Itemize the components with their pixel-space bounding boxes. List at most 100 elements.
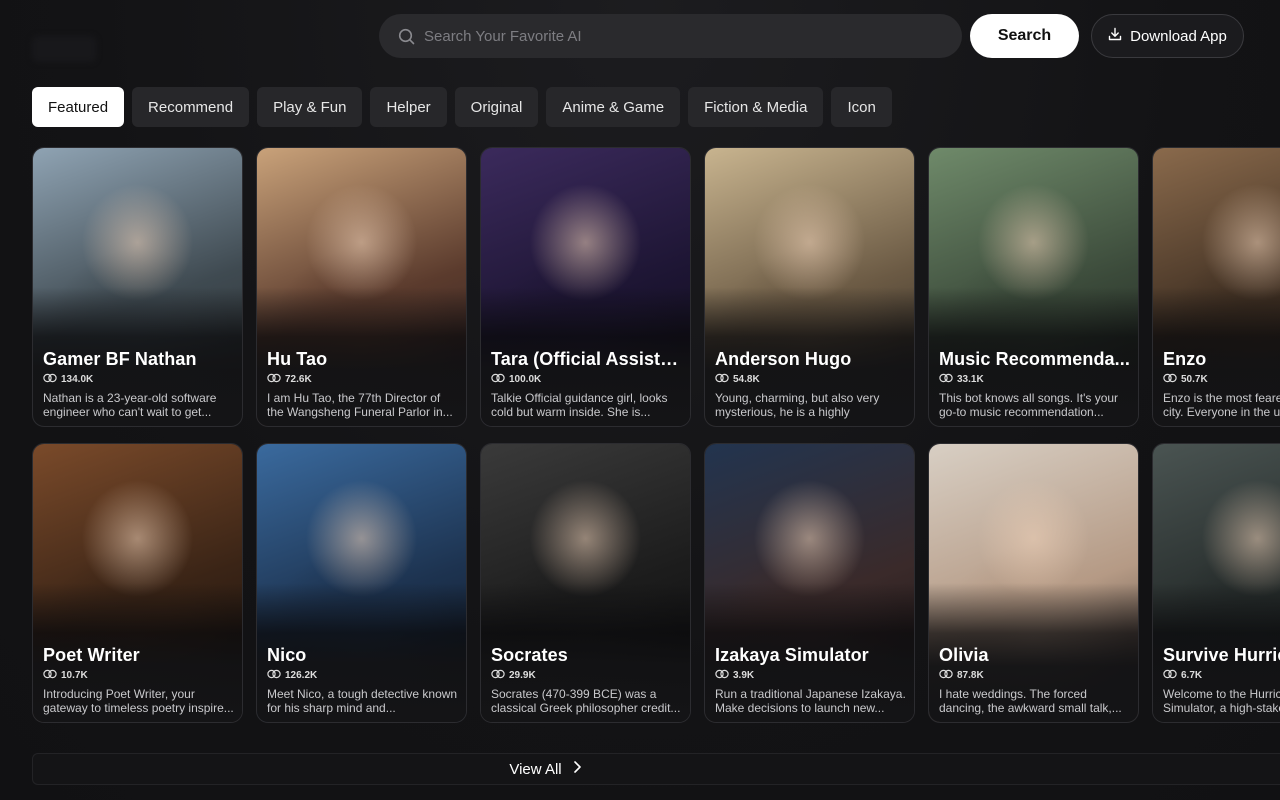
character-name: Poet Writer <box>43 645 140 665</box>
download-app-button[interactable]: Download App <box>1091 14 1244 58</box>
chat-count: 126.2K <box>285 670 318 681</box>
chat-bubbles-icon <box>1163 373 1177 386</box>
tab-original[interactable]: Original <box>454 87 539 127</box>
character-card[interactable]: Izakaya Simulator 3.9K Run a traditional… <box>704 443 915 723</box>
character-name: Music Recommenda... <box>939 349 1130 369</box>
logo[interactable] <box>32 36 96 62</box>
character-name: Tara (Official Assista... <box>491 349 682 369</box>
search-icon <box>397 27 415 45</box>
card-row: Gamer BF Nathan 134.0K Nathan is a 23-ye… <box>32 147 1280 427</box>
character-description: Enzo is the most feared man in the city.… <box>1163 391 1280 419</box>
category-tabs: Featured Recommend Play & Fun Helper Ori… <box>32 87 892 127</box>
chat-bubbles-icon <box>267 669 281 682</box>
chat-stats: 50.7K <box>1163 373 1280 386</box>
character-card[interactable]: Tara (Official Assista... 100.0K Talkie … <box>480 147 691 427</box>
character-card[interactable]: Anderson Hugo 54.8K Young, charming, but… <box>704 147 915 427</box>
tab-fiction-media[interactable]: Fiction & Media <box>688 87 824 127</box>
character-name: Anderson Hugo <box>715 349 852 369</box>
chat-bubbles-icon <box>715 669 729 682</box>
chat-bubbles-icon <box>43 373 57 386</box>
character-card[interactable]: Enzo 50.7K Enzo is the most feared man i… <box>1152 147 1280 427</box>
download-app-label: Download App <box>1130 27 1227 45</box>
chat-count: 50.7K <box>1181 374 1208 385</box>
chat-stats: 6.7K <box>1163 669 1280 682</box>
character-description: Introducing Poet Writer, your gateway to… <box>43 687 234 715</box>
chat-count: 72.6K <box>285 374 312 385</box>
chevron-right-icon <box>572 760 582 778</box>
tab-anime-game[interactable]: Anime & Game <box>546 87 681 127</box>
character-name: Socrates <box>491 645 568 665</box>
character-card[interactable]: Poet Writer 10.7K Introducing Poet Write… <box>32 443 243 723</box>
character-card[interactable]: Music Recommenda... 33.1K This bot knows… <box>928 147 1139 427</box>
character-name: Gamer BF Nathan <box>43 349 197 369</box>
character-card[interactable]: Socrates 29.9K Socrates (470-399 BCE) wa… <box>480 443 691 723</box>
character-name: Survive Hurricane <box>1163 645 1280 665</box>
chat-stats: 100.0K <box>491 373 682 386</box>
character-description: I hate weddings. The forced dancing, the… <box>939 687 1122 715</box>
download-icon <box>1108 27 1122 45</box>
chat-bubbles-icon <box>491 373 505 386</box>
chat-bubbles-icon <box>939 373 953 386</box>
chat-bubbles-icon <box>715 373 729 386</box>
character-name: Nico <box>267 645 307 665</box>
card-row: Poet Writer 10.7K Introducing Poet Write… <box>32 443 1280 723</box>
character-description: Meet Nico, a tough detective known for h… <box>267 687 458 715</box>
character-description: Young, charming, but also very mysteriou… <box>715 391 880 419</box>
card-info: Anderson Hugo 54.8K Young, charming, but… <box>715 349 906 419</box>
card-info: Tara (Official Assista... 100.0K Talkie … <box>491 349 682 419</box>
chat-stats: 3.9K <box>715 669 906 682</box>
card-info: Olivia 87.8K I hate weddings. The forced… <box>939 645 1130 715</box>
character-description: Welcome to the Hurricane Simulator, a hi… <box>1163 687 1280 715</box>
chat-count: 134.0K <box>61 374 94 385</box>
character-name: Hu Tao <box>267 349 328 369</box>
tab-play-fun[interactable]: Play & Fun <box>257 87 363 127</box>
search-bar[interactable] <box>379 14 962 58</box>
view-all-label: View All <box>509 760 562 778</box>
search-button[interactable]: Search <box>970 14 1079 58</box>
chat-stats: 54.8K <box>715 373 906 386</box>
character-description: Talkie Official guidance girl, looks col… <box>491 391 668 419</box>
character-description: Socrates (470-399 BCE) was a classical G… <box>491 687 681 715</box>
chat-count: 10.7K <box>61 670 88 681</box>
card-info: Enzo 50.7K Enzo is the most feared man i… <box>1163 349 1280 419</box>
chat-stats: 10.7K <box>43 669 234 682</box>
character-grid: Gamer BF Nathan 134.0K Nathan is a 23-ye… <box>32 147 1280 739</box>
card-info: Izakaya Simulator 3.9K Run a traditional… <box>715 645 906 715</box>
chat-bubbles-icon <box>1163 669 1177 682</box>
character-card[interactable]: Hu Tao 72.6K I am Hu Tao, the 77th Direc… <box>256 147 467 427</box>
card-info: Survive Hurricane 6.7K Welcome to the Hu… <box>1163 645 1280 715</box>
character-description: This bot knows all songs. It's your go-t… <box>939 391 1119 419</box>
chat-bubbles-icon <box>939 669 953 682</box>
character-name: Izakaya Simulator <box>715 645 869 665</box>
character-name: Enzo <box>1163 349 1207 369</box>
tab-featured[interactable]: Featured <box>32 87 125 127</box>
character-description: Nathan is a 23-year-old software enginee… <box>43 391 217 419</box>
card-info: Music Recommenda... 33.1K This bot knows… <box>939 349 1130 419</box>
character-card[interactable]: Nico 126.2K Meet Nico, a tough detective… <box>256 443 467 723</box>
tab-helper[interactable]: Helper <box>370 87 447 127</box>
card-info: Poet Writer 10.7K Introducing Poet Write… <box>43 645 234 715</box>
card-info: Socrates 29.9K Socrates (470-399 BCE) wa… <box>491 645 682 715</box>
chat-stats: 33.1K <box>939 373 1130 386</box>
chat-count: 100.0K <box>509 374 542 385</box>
chat-stats: 126.2K <box>267 669 458 682</box>
character-name: Olivia <box>939 645 989 665</box>
chat-bubbles-icon <box>267 373 281 386</box>
chat-stats: 87.8K <box>939 669 1130 682</box>
chat-count: 29.9K <box>509 670 536 681</box>
card-info: Gamer BF Nathan 134.0K Nathan is a 23-ye… <box>43 349 234 419</box>
character-card[interactable]: Gamer BF Nathan 134.0K Nathan is a 23-ye… <box>32 147 243 427</box>
chat-bubbles-icon <box>491 669 505 682</box>
chat-count: 33.1K <box>957 374 984 385</box>
chat-stats: 134.0K <box>43 373 234 386</box>
card-info: Hu Tao 72.6K I am Hu Tao, the 77th Direc… <box>267 349 458 419</box>
chat-count: 3.9K <box>733 670 755 681</box>
tab-recommend[interactable]: Recommend <box>132 87 250 127</box>
chat-bubbles-icon <box>43 669 57 682</box>
character-card[interactable]: Olivia 87.8K I hate weddings. The forced… <box>928 443 1139 723</box>
search-input[interactable] <box>424 27 904 45</box>
view-all-button[interactable]: View All <box>32 753 1280 785</box>
character-card[interactable]: Survive Hurricane 6.7K Welcome to the Hu… <box>1152 443 1280 723</box>
tab-icon[interactable]: Icon <box>831 87 892 127</box>
chat-stats: 72.6K <box>267 373 458 386</box>
